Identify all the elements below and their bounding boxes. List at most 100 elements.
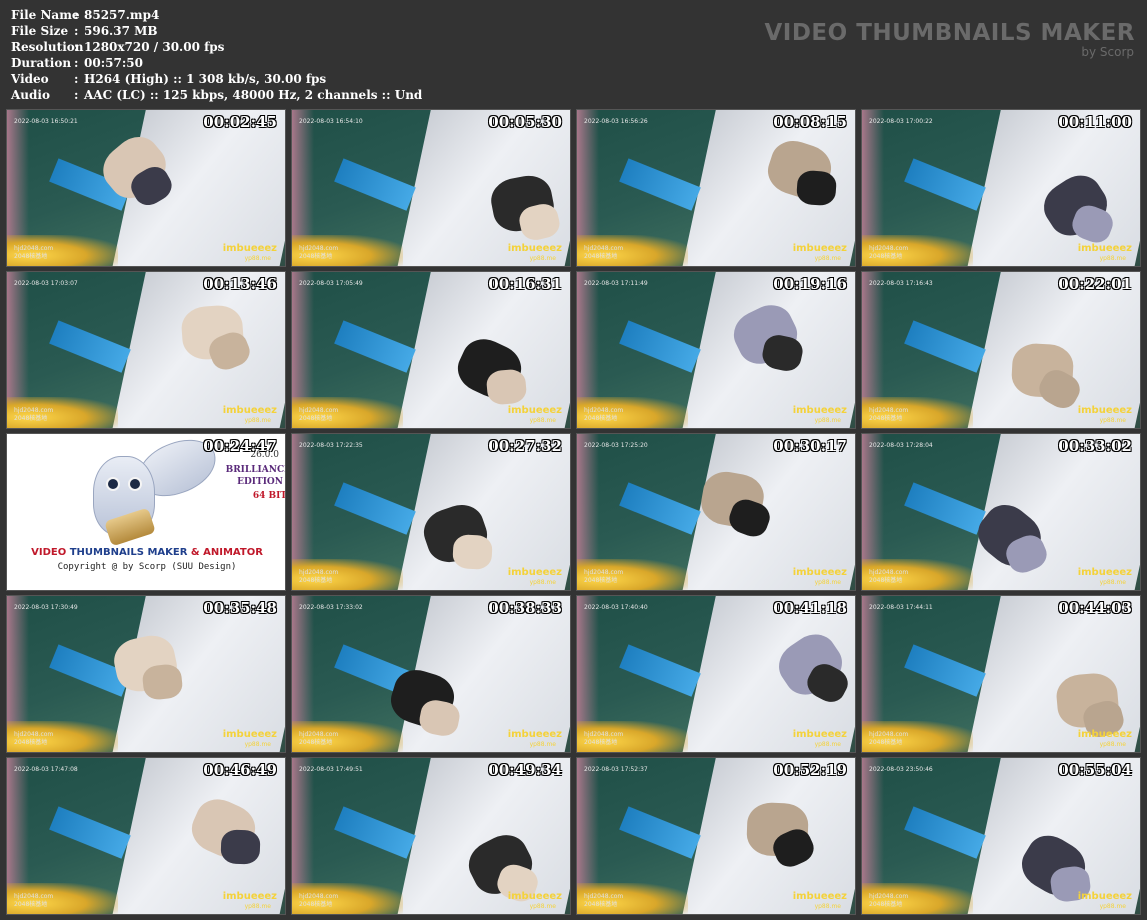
file-size-label: File Size	[11, 24, 69, 38]
duration-value: 00:57:50	[84, 56, 143, 70]
logo-copyright: Copyright @ by Scorp (SUU Design)	[57, 562, 237, 572]
watermark-logo: imbueeez	[792, 405, 847, 416]
watermark-site-cn: 2048核基地	[299, 577, 333, 584]
video-thumbnail[interactable]: 2022-08-03 23:50:46 hjd2048.com 2048核基地 imb…	[861, 757, 1141, 915]
watermark-logo: imbueeez	[507, 729, 562, 740]
thumbnail-grid: 2022-08-03 16:50:21 hjd2048.com 2048核基地 imb…	[6, 109, 1142, 917]
timecode: 00:33:02	[1058, 437, 1132, 455]
watermark-logo: imbueeez	[1077, 729, 1132, 740]
camera-timestamp: 2022-08-03 23:50:46	[869, 766, 933, 773]
camera-timestamp: 2022-08-03 17:49:51	[299, 766, 363, 773]
watermark-logo-sub: yp88.me	[529, 903, 556, 910]
timecode: 00:46:49	[203, 761, 277, 779]
camera-timestamp: 2022-08-03 17:30:49	[14, 604, 78, 611]
video-label: Video	[11, 72, 49, 86]
brand-title: VIDEO THUMBNAILS MAKER	[764, 20, 1135, 46]
timecode: 00:02:45	[203, 113, 277, 131]
watermark-logo: imbueeez	[222, 405, 277, 416]
logo-edition-b: EDITION	[237, 477, 283, 487]
video-thumbnail[interactable]: 2022-08-03 17:28:04 hjd2048.com 2048核基地 imb…	[861, 433, 1141, 591]
timecode: 00:22:01	[1058, 275, 1132, 293]
logo-bits: 64 BIT	[252, 491, 286, 501]
timecode: 00:52:19	[773, 761, 847, 779]
watermark-site-cn: 2048核基地	[584, 253, 618, 260]
logo-thumbnail[interactable]: 26.0.0 BRILLIANCE EDITION 64 BIT VIDEO THUMB…	[6, 433, 286, 591]
watermark-logo-sub: yp88.me	[1099, 741, 1126, 748]
timecode: 00:55:04	[1058, 761, 1132, 779]
timecode: 00:49:34	[488, 761, 562, 779]
watermark-logo-sub: yp88.me	[814, 903, 841, 910]
video-thumbnail[interactable]: 2022-08-03 17:47:08 hjd2048.com 2048核基地 imb…	[6, 757, 286, 915]
video-thumbnail[interactable]: 2022-08-03 17:33:02 hjd2048.com 2048核基地 imb…	[291, 595, 571, 753]
watermark-logo-sub: yp88.me	[244, 417, 271, 424]
video-thumbnail[interactable]: 2022-08-03 17:25:20 hjd2048.com 2048核基地 imb…	[576, 433, 856, 591]
watermark-logo: imbueeez	[792, 567, 847, 578]
watermark-logo-sub: yp88.me	[529, 579, 556, 586]
timecode: 00:16:31	[488, 275, 562, 293]
camera-timestamp: 2022-08-03 17:05:49	[299, 280, 363, 287]
watermark-logo-sub: yp88.me	[814, 741, 841, 748]
separator: :	[74, 24, 79, 38]
watermark-site-cn: 2048核基地	[299, 253, 333, 260]
timecode: 00:38:33	[488, 599, 562, 617]
watermark-logo-sub: yp88.me	[529, 255, 556, 262]
video-thumbnail[interactable]: 2022-08-03 17:05:49 hjd2048.com 2048核基地 imb…	[291, 271, 571, 429]
timecode: 00:30:17	[773, 437, 847, 455]
video-thumbnail[interactable]: 2022-08-03 16:56:26 hjd2048.com 2048核基地 imb…	[576, 109, 856, 267]
watermark-logo: imbueeez	[792, 729, 847, 740]
watermark-site-cn: 2048核基地	[869, 253, 903, 260]
camera-timestamp: 2022-08-03 17:44:11	[869, 604, 933, 611]
timecode: 00:44:03	[1058, 599, 1132, 617]
video-thumbnail[interactable]: 2022-08-03 17:49:51 hjd2048.com 2048核基地 imb…	[291, 757, 571, 915]
person-figure	[452, 534, 494, 571]
watermark-site-cn: 2048核基地	[584, 577, 618, 584]
owl-eye-icon	[106, 477, 120, 491]
watermark-logo-sub: yp88.me	[244, 741, 271, 748]
person-figure	[795, 169, 837, 207]
file-name-label: File Name	[11, 8, 80, 22]
separator: :	[74, 72, 79, 86]
video-thumbnail[interactable]: 2022-08-03 17:00:22 hjd2048.com 2048核基地 imb…	[861, 109, 1141, 267]
video-thumbnail[interactable]: 2022-08-03 16:54:10 hjd2048.com 2048核基地 imb…	[291, 109, 571, 267]
timecode: 00:13:46	[203, 275, 277, 293]
watermark-logo-sub: yp88.me	[529, 741, 556, 748]
video-thumbnail[interactable]: 2022-08-03 17:52:37 hjd2048.com 2048核基地 imb…	[576, 757, 856, 915]
camera-timestamp: 2022-08-03 16:50:21	[14, 118, 78, 125]
camera-timestamp: 2022-08-03 17:11:49	[584, 280, 648, 287]
video-thumbnail[interactable]: 2022-08-03 17:11:49 hjd2048.com 2048核基地 imb…	[576, 271, 856, 429]
watermark-logo-sub: yp88.me	[529, 417, 556, 424]
watermark-logo: imbueeez	[507, 243, 562, 254]
watermark-logo: imbueeez	[1077, 891, 1132, 902]
watermark-logo-sub: yp88.me	[814, 417, 841, 424]
logo-title-b: THUMBNAILS MAKER	[69, 547, 188, 558]
camera-timestamp: 2022-08-03 16:56:26	[584, 118, 648, 125]
watermark-site-cn: 2048核基地	[299, 415, 333, 422]
separator: :	[74, 88, 79, 102]
file-name-value: 85257.mp4	[84, 8, 160, 22]
watermark-logo-sub: yp88.me	[814, 579, 841, 586]
audio-label: Audio	[11, 88, 50, 102]
camera-timestamp: 2022-08-03 17:28:04	[869, 442, 933, 449]
watermark-site-cn: 2048核基地	[869, 415, 903, 422]
watermark-logo-sub: yp88.me	[244, 903, 271, 910]
watermark-logo-sub: yp88.me	[244, 255, 271, 262]
video-thumbnail[interactable]: 2022-08-03 17:40:40 hjd2048.com 2048核基地 imb…	[576, 595, 856, 753]
camera-timestamp: 2022-08-03 17:40:40	[584, 604, 648, 611]
video-thumbnail[interactable]: 2022-08-03 16:50:21 hjd2048.com 2048核基地 imb…	[6, 109, 286, 267]
watermark-site-cn: 2048核基地	[869, 739, 903, 746]
separator: :	[74, 8, 79, 22]
watermark-logo: imbueeez	[1077, 405, 1132, 416]
logo-title-c: & ANIMATOR	[190, 547, 263, 558]
timecode: 00:19:16	[773, 275, 847, 293]
resolution-value: 1280x720 / 30.00 fps	[84, 40, 225, 54]
camera-timestamp: 2022-08-03 17:00:22	[869, 118, 933, 125]
video-thumbnail[interactable]: 2022-08-03 17:03:07 hjd2048.com 2048核基地 imb…	[6, 271, 286, 429]
camera-timestamp: 2022-08-03 17:22:35	[299, 442, 363, 449]
timecode: 00:41:18	[773, 599, 847, 617]
video-thumbnail[interactable]: 2022-08-03 17:16:43 hjd2048.com 2048核基地 imb…	[861, 271, 1141, 429]
video-thumbnail[interactable]: 2022-08-03 17:30:49 hjd2048.com 2048核基地 imb…	[6, 595, 286, 753]
audio-value: AAC (LC) :: 125 kbps, 48000 Hz, 2 channe…	[84, 88, 423, 102]
video-thumbnail[interactable]: 2022-08-03 17:22:35 hjd2048.com 2048核基地 imb…	[291, 433, 571, 591]
video-thumbnail[interactable]: 2022-08-03 17:44:11 hjd2048.com 2048核基地 imb…	[861, 595, 1141, 753]
watermark-logo: imbueeez	[792, 891, 847, 902]
